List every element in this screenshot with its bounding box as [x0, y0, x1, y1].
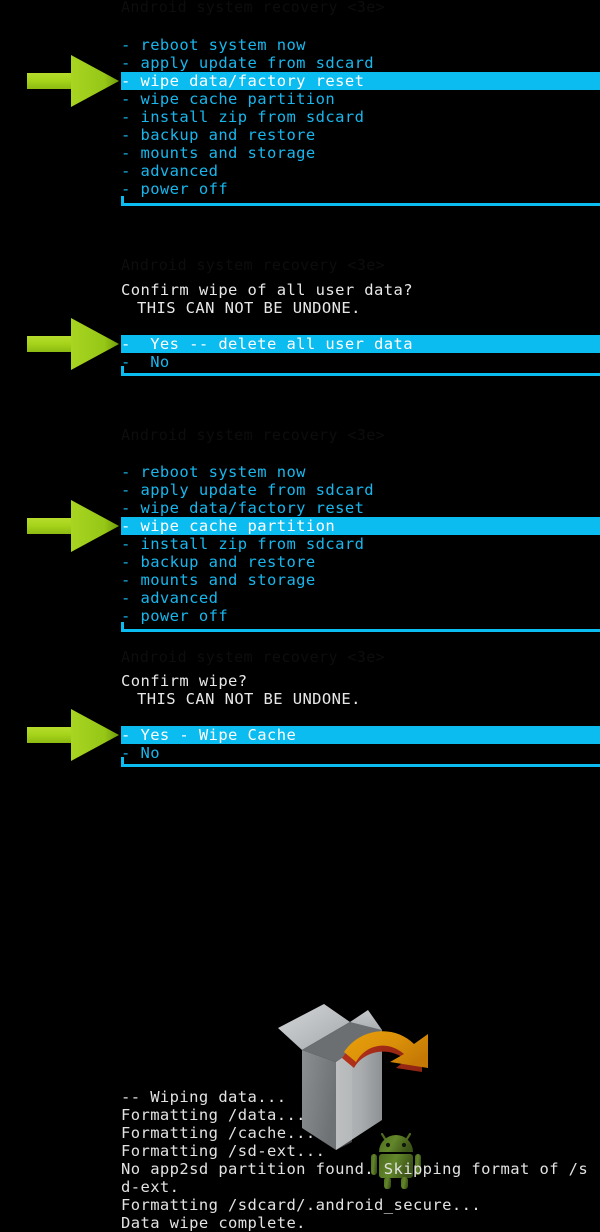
pointer-arrow-yes-delete — [27, 318, 119, 370]
menu2-item-wipe-data-factory-reset[interactable]: - wipe data/factory reset — [121, 499, 364, 517]
pointer-arrow-wipe-cache — [27, 500, 119, 552]
confirm-no-wipe-cache[interactable]: - No — [121, 744, 160, 762]
confirm-no-wipe-data[interactable]: - No — [121, 353, 170, 371]
menu-item-power-off[interactable]: - power off — [121, 180, 228, 198]
menu-item-backup-and-restore[interactable]: - backup and restore — [121, 126, 316, 144]
log-line-6: Formatting /sdcard/.android_secure... — [121, 1196, 482, 1214]
menu2-item-install-zip-from-sdcard[interactable]: - install zip from sdcard — [121, 535, 364, 553]
pointer-arrow-wipe-data — [27, 55, 119, 107]
menu2-item-apply-update-from-sdcard[interactable]: - apply update from sdcard — [121, 481, 374, 499]
menu-item-apply-update-from-sdcard[interactable]: - apply update from sdcard — [121, 54, 374, 72]
recovery-header-1: Android system recovery <3e> — [121, 0, 386, 16]
pointer-arrow-yes-wipe-cache — [27, 709, 119, 761]
log-line-5: d-ext. — [121, 1178, 180, 1196]
log-line-1: Formatting /data... — [121, 1106, 306, 1124]
menu2-item-wipe-cache-partition[interactable]: - wipe cache partition — [121, 517, 600, 535]
confirm-wipe-cache-subtitle: THIS CAN NOT BE UNDONE. — [137, 690, 361, 708]
confirm-wipe-data-subtitle: THIS CAN NOT BE UNDONE. — [137, 299, 361, 317]
menu-item-wipe-data-factory-reset[interactable]: - wipe data/factory reset — [121, 72, 600, 90]
menu2-item-backup-and-restore[interactable]: - backup and restore — [121, 553, 316, 571]
recovery-header-4: Android system recovery <3e> — [121, 648, 386, 666]
recovery-header-3: Android system recovery <3e> — [121, 426, 386, 444]
menu-item-mounts-and-storage[interactable]: - mounts and storage — [121, 144, 316, 162]
menu2-item-reboot-system-now[interactable]: - reboot system now — [121, 463, 306, 481]
menu-item-install-zip-from-sdcard[interactable]: - install zip from sdcard — [121, 108, 364, 126]
log-line-3: Formatting /sd-ext... — [121, 1142, 326, 1160]
log-line-0: -- Wiping data... — [121, 1088, 287, 1106]
log-line-4: No app2sd partition found. Skipping form… — [121, 1160, 589, 1178]
log-line-7: Data wipe complete. — [121, 1214, 306, 1232]
menu-item-advanced[interactable]: - advanced — [121, 162, 218, 180]
menu-separator-rule-1 — [121, 203, 600, 206]
menu2-item-advanced[interactable]: - advanced — [121, 589, 218, 607]
menu2-item-power-off[interactable]: - power off — [121, 607, 228, 625]
recovery-header-2: Android system recovery <3e> — [121, 256, 386, 274]
confirm-yes-wipe-cache[interactable]: - Yes - Wipe Cache — [121, 726, 600, 744]
menu-separator-rule-2 — [121, 373, 600, 376]
menu-item-wipe-cache-partition[interactable]: - wipe cache partition — [121, 90, 335, 108]
log-line-2: Formatting /cache... — [121, 1124, 316, 1142]
confirm-wipe-cache-title: Confirm wipe? — [121, 672, 248, 690]
menu-item-reboot-system-now[interactable]: - reboot system now — [121, 36, 306, 54]
menu-separator-rule-3 — [121, 629, 600, 632]
recovery-screen: Android system recovery <3e> - reboot sy… — [0, 0, 600, 1232]
confirm-yes-delete-all-user-data[interactable]: - Yes -- delete all user data — [121, 335, 600, 353]
menu2-item-mounts-and-storage[interactable]: - mounts and storage — [121, 571, 316, 589]
confirm-wipe-data-title: Confirm wipe of all user data? — [121, 281, 413, 299]
menu-separator-rule-4 — [121, 764, 600, 767]
